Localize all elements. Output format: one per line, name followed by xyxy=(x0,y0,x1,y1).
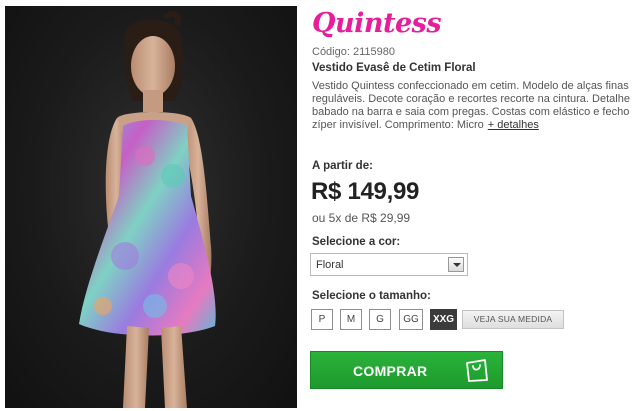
size-option-m[interactable]: M xyxy=(340,309,362,330)
brand-logo: Quintess xyxy=(312,8,442,39)
product-photo[interactable] xyxy=(5,6,297,408)
model-photo xyxy=(79,10,216,408)
buy-button[interactable]: COMPRAR xyxy=(310,351,503,389)
size-guide-button[interactable]: VEJA SUA MEDIDA xyxy=(462,310,564,329)
installments-text: ou 5x de R$ 29,99 xyxy=(312,211,411,225)
shopping-bag-icon xyxy=(466,359,488,382)
color-select[interactable]: Floral xyxy=(310,253,468,276)
size-option-g[interactable]: G xyxy=(369,309,391,330)
size-option-p[interactable]: P xyxy=(311,309,333,330)
product-name: Vestido Evasê de Cetim Floral xyxy=(312,62,476,74)
chevron-down-icon[interactable] xyxy=(448,257,464,272)
more-details-link[interactable]: + detalhes xyxy=(488,119,539,131)
size-option-gg[interactable]: GG xyxy=(399,309,423,330)
buy-button-label: COMPRAR xyxy=(353,363,428,379)
size-option-xxg[interactable]: XXG xyxy=(430,309,457,330)
color-label: Selecione a cor: xyxy=(312,236,401,248)
size-label: Selecione o tamanho: xyxy=(312,290,431,302)
product-description: Vestido Quintess confeccionado em cetim.… xyxy=(312,80,630,131)
product-description-block: Vestido Quintess confeccionado em cetim.… xyxy=(312,80,640,134)
product-code: Código: 2115980 xyxy=(312,46,395,58)
price-from-label: A partir de: xyxy=(312,160,373,172)
color-selected-value: Floral xyxy=(316,259,344,271)
price: R$ 149,99 xyxy=(311,178,420,205)
